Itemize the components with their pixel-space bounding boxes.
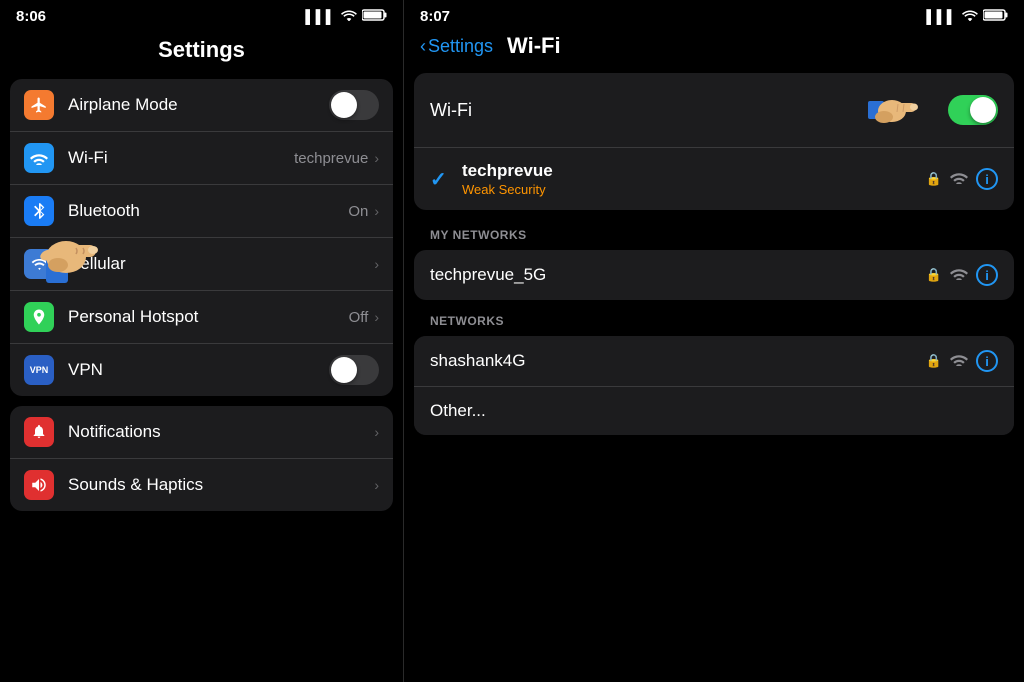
airplane-icon — [24, 90, 54, 120]
notifications-label: Notifications — [68, 422, 374, 442]
back-chevron-icon: ‹ — [420, 36, 426, 57]
sidebar-item-vpn[interactable]: VPN VPN — [10, 344, 393, 396]
list-item[interactable]: techprevue_5G 🔒 i — [414, 250, 1014, 300]
shashank-network-icons: 🔒 i — [926, 350, 998, 372]
wifi-toggle-row[interactable]: Wi-Fi — [414, 73, 1014, 148]
battery-icon — [362, 8, 387, 25]
wifi-section-label: Wi-Fi — [430, 100, 860, 121]
signal-icon: ▌▌▌ — [305, 9, 336, 24]
right-page-title: Wi-Fi — [507, 33, 561, 59]
checkmark-icon: ✓ — [430, 167, 450, 192]
bluetooth-value: On — [348, 203, 368, 220]
airplane-toggle[interactable] — [329, 90, 379, 120]
wifi-section: Wi-Fi — [414, 73, 1014, 210]
vpn-label: VPN — [68, 360, 329, 380]
wifi-status-icon — [341, 8, 357, 25]
wifi-signal-icon-2 — [950, 266, 968, 285]
network-row-icons: 🔒 i — [926, 264, 998, 286]
bluetooth-chevron-icon: › — [374, 203, 379, 219]
back-button[interactable]: ‹ Settings — [420, 36, 493, 57]
list-item[interactable]: Other... — [414, 387, 1014, 435]
hotspot-chevron-icon: › — [374, 309, 379, 325]
network-name: shashank4G — [430, 351, 926, 371]
hotspot-value: Off — [349, 309, 369, 326]
right-wifi-icon — [962, 8, 978, 25]
cellular-label: Cellular — [68, 254, 374, 274]
lock-icon-2: 🔒 — [926, 267, 942, 283]
cellular-chevron-icon: › — [374, 256, 379, 272]
sidebar-item-hotspot[interactable]: Personal Hotspot Off › — [10, 291, 393, 344]
left-time: 8:06 — [16, 8, 46, 25]
right-time: 8:07 — [420, 8, 450, 25]
sidebar-item-airplane[interactable]: Airplane Mode — [10, 79, 393, 132]
wifi-signal-icon-3 — [950, 352, 968, 371]
wifi-label: Wi-Fi — [68, 148, 294, 168]
hotspot-label: Personal Hotspot — [68, 307, 349, 327]
wifi-chevron-icon: › — [374, 150, 379, 166]
other-networks-list: shashank4G 🔒 i Other... — [414, 336, 1014, 435]
networks-header: NETWORKS — [404, 304, 1024, 332]
sounds-label: Sounds & Haptics — [68, 475, 374, 495]
notifications-icon — [24, 417, 54, 447]
other-networks-section: NETWORKS shashank4G 🔒 i Other... — [404, 304, 1024, 439]
left-status-bar: 8:06 ▌▌▌ — [0, 0, 403, 29]
network-name: techprevue_5G — [430, 265, 926, 285]
sidebar-item-bluetooth[interactable]: Bluetooth On › — [10, 185, 393, 238]
wifi-toggle[interactable] — [948, 95, 998, 125]
connected-info-icon[interactable]: i — [976, 168, 998, 190]
sidebar-item-cellular[interactable]: Cellular › — [10, 238, 393, 291]
connected-network-icons: 🔒 i — [926, 168, 998, 190]
right-panel: 8:07 ▌▌▌ ‹ Settings Wi-Fi Wi-Fi — [404, 0, 1024, 682]
sounds-chevron-icon: › — [374, 477, 379, 493]
wifi-strength-icon — [950, 170, 968, 189]
right-signal-icon: ▌▌▌ — [926, 9, 957, 24]
my-networks-list: techprevue_5G 🔒 i — [414, 250, 1014, 300]
cellular-icon — [24, 249, 54, 279]
wifi-value: techprevue — [294, 150, 368, 167]
main-settings-list: Airplane Mode Wi-Fi techprevue › Bluetoo… — [10, 79, 393, 396]
connected-network-subtitle: Weak Security — [462, 182, 926, 197]
my-networks-header: MY NETWORKS — [404, 218, 1024, 246]
sidebar-item-sounds[interactable]: Sounds & Haptics › — [10, 459, 393, 511]
vpn-icon: VPN — [24, 355, 54, 385]
sounds-icon — [24, 470, 54, 500]
my-network-info-icon[interactable]: i — [976, 264, 998, 286]
list-item[interactable]: shashank4G 🔒 i — [414, 336, 1014, 387]
notifications-chevron-icon: › — [374, 424, 379, 440]
right-nav: ‹ Settings Wi-Fi — [404, 29, 1024, 69]
vpn-toggle[interactable] — [329, 355, 379, 385]
bluetooth-icon — [24, 196, 54, 226]
left-status-icons: ▌▌▌ — [305, 8, 387, 25]
my-networks-section: MY NETWORKS techprevue_5G 🔒 i — [404, 218, 1024, 304]
shashank-info-icon[interactable]: i — [976, 350, 998, 372]
lock-icon: 🔒 — [926, 171, 942, 187]
connected-network-row[interactable]: ✓ techprevue Weak Security 🔒 i — [414, 148, 1014, 210]
sidebar-item-wifi[interactable]: Wi-Fi techprevue › — [10, 132, 393, 185]
hotspot-icon — [24, 302, 54, 332]
left-page-title: Settings — [0, 29, 403, 73]
sidebar-item-notifications[interactable]: Notifications › — [10, 406, 393, 459]
back-label: Settings — [428, 36, 493, 57]
right-battery-icon — [983, 8, 1008, 25]
hand-illustration — [860, 85, 940, 135]
bluetooth-label: Bluetooth — [68, 201, 348, 221]
wifi-icon — [24, 143, 54, 173]
airplane-label: Airplane Mode — [68, 95, 329, 115]
connected-network-info: techprevue Weak Security — [462, 161, 926, 197]
right-status-bar: 8:07 ▌▌▌ — [404, 0, 1024, 29]
bottom-settings-list: Notifications › Sounds & Haptics › — [10, 406, 393, 511]
left-panel: 8:06 ▌▌▌ Settings Airplane Mode — [0, 0, 403, 682]
lock-icon-3: 🔒 — [926, 353, 942, 369]
other-network-label: Other... — [430, 401, 998, 421]
right-status-icons: ▌▌▌ — [926, 8, 1008, 25]
connected-network-name: techprevue — [462, 161, 926, 181]
